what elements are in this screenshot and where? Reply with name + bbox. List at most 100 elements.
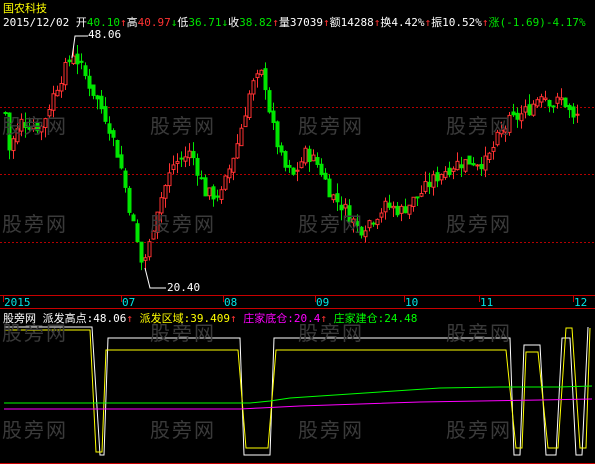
candle-body <box>187 150 192 159</box>
candle-body <box>59 82 64 92</box>
watermark: 股旁网 <box>298 321 364 345</box>
header-amplitude-label: 振 <box>431 16 443 29</box>
candle-body <box>443 171 448 178</box>
candle-body <box>447 167 452 176</box>
header-open-label: 开 <box>75 16 87 29</box>
candle-body <box>307 148 312 163</box>
header-high-value: 40.97 <box>137 16 171 29</box>
candle-body <box>163 185 168 199</box>
candle-body <box>211 186 216 200</box>
candle-body <box>99 95 104 110</box>
candle-body <box>559 97 564 101</box>
candle-body <box>303 147 308 164</box>
candle-body <box>203 177 208 197</box>
candle-body <box>119 154 124 169</box>
candle-body <box>259 69 264 75</box>
header-turnover-value: 4.42% <box>391 16 425 29</box>
candle-body <box>131 214 136 222</box>
watermark: 股旁网 <box>150 212 216 236</box>
candle-body <box>391 205 396 209</box>
candle-body <box>527 104 532 116</box>
candle-body <box>375 218 380 226</box>
candle-body <box>175 161 180 164</box>
candle-body <box>107 123 112 134</box>
candle-body <box>171 164 176 171</box>
header-amount-label: 额 <box>329 16 341 29</box>
candle-body <box>223 175 228 190</box>
candle-body <box>395 205 400 216</box>
candle-body <box>83 65 88 77</box>
header-date: 2015/12/02 <box>3 16 70 29</box>
candle-body <box>455 160 460 171</box>
watermark: 股旁网 <box>2 114 68 138</box>
indicator-high-value: 48.06 <box>93 312 127 325</box>
candle-body <box>167 172 172 187</box>
header-close-label: 收 <box>228 16 240 29</box>
candle-body <box>315 157 320 165</box>
time-axis-label-11: 11 <box>480 296 494 309</box>
candle-body <box>427 181 432 188</box>
min-price-leader <box>144 267 166 289</box>
candle-body <box>247 93 252 119</box>
candle-body <box>55 89 60 97</box>
candle-body <box>263 68 268 91</box>
candle-body <box>11 138 16 152</box>
candle-body <box>363 230 368 238</box>
candle-body <box>283 151 288 168</box>
candle-body <box>431 174 436 188</box>
candle-body <box>51 93 56 111</box>
header-change-label: 涨 <box>488 16 500 29</box>
candle-body <box>275 121 280 148</box>
candle-body <box>515 112 520 120</box>
watermark: 股旁网 <box>2 212 68 236</box>
candle-body <box>271 110 276 123</box>
candle-body <box>547 99 552 107</box>
header-close-value: 38.82 <box>239 16 273 29</box>
candle-body <box>435 172 440 182</box>
candle-body <box>563 97 568 108</box>
header-turnover-label: 换 <box>380 16 392 29</box>
candle-body <box>295 169 300 172</box>
candle-body <box>195 157 200 176</box>
candle-body <box>571 106 576 118</box>
candle-body <box>371 222 376 225</box>
candle-body <box>115 140 120 158</box>
candle-body <box>267 90 272 113</box>
header-amount-value: 14288 <box>340 16 374 29</box>
candle-body <box>87 75 92 89</box>
candle-body <box>483 155 488 171</box>
candle-body <box>147 241 152 258</box>
candle-body <box>327 178 332 198</box>
watermark: 股旁网 <box>446 114 512 138</box>
candle-body <box>467 155 472 165</box>
candle-body <box>123 170 128 188</box>
candle-body <box>411 196 416 207</box>
candle-body <box>207 187 212 197</box>
watermark: 股旁网 <box>446 321 512 345</box>
candle-body <box>323 172 328 180</box>
candle-body <box>251 80 256 95</box>
max-price-annotation: 48.06 <box>88 28 122 41</box>
candle-body <box>419 193 424 197</box>
candle-body <box>415 196 420 199</box>
header-low-label: 低 <box>177 16 189 29</box>
candle-body <box>367 220 372 229</box>
header-high-label: 高 <box>126 16 138 29</box>
candle-body <box>555 96 560 104</box>
candle-body <box>531 103 536 116</box>
candle-body <box>463 159 468 172</box>
candle-body <box>199 177 204 180</box>
candle-body <box>319 163 324 175</box>
candle-body <box>219 189 224 200</box>
header-stock-name: 国农科技 <box>3 2 47 15</box>
time-axis-label-12: 12 <box>574 296 588 309</box>
candle-body <box>135 223 140 243</box>
watermark: 股旁网 <box>446 212 512 236</box>
candle-body <box>127 187 132 213</box>
watermark: 股旁网 <box>150 114 216 138</box>
indicator-bottom-line <box>4 398 593 410</box>
candle-body <box>111 130 116 138</box>
candle-body <box>335 193 340 203</box>
candle-body <box>575 113 580 116</box>
candle-body <box>479 164 484 170</box>
